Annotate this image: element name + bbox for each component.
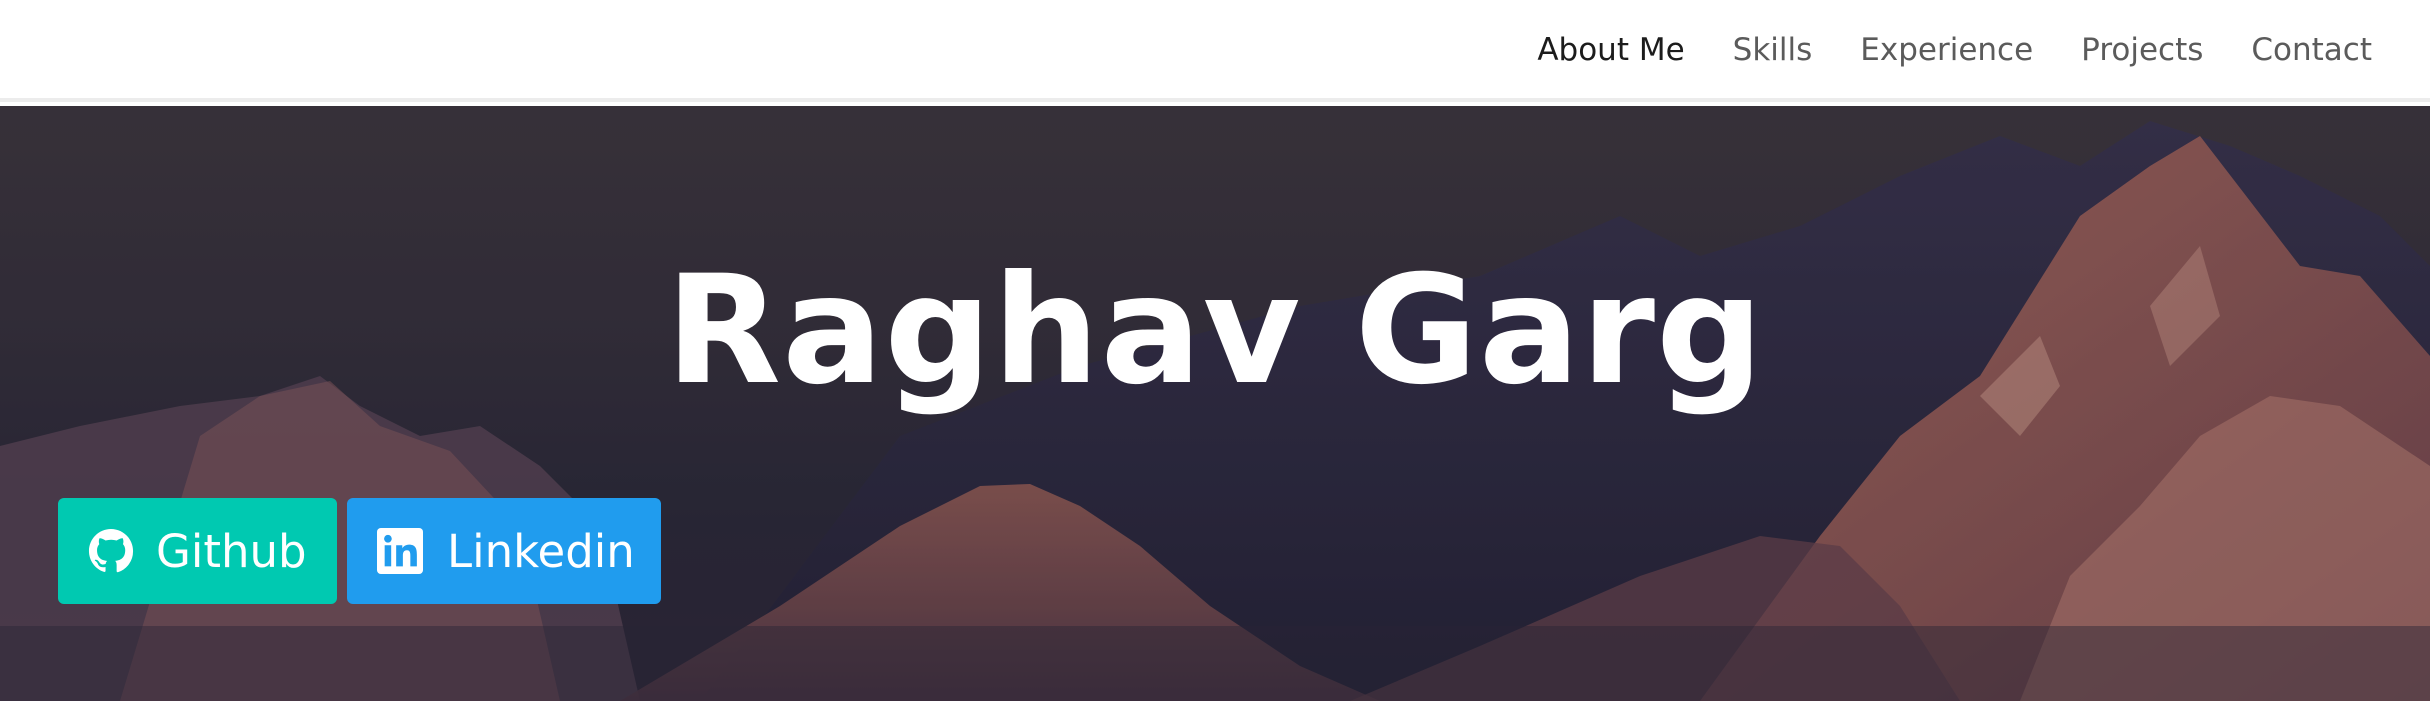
page: About Me Skills Experience Projects Cont…: [0, 0, 2430, 715]
linkedin-button[interactable]: Linkedin: [347, 498, 661, 604]
linkedin-button-label: Linkedin: [447, 525, 635, 578]
nav-item-projects[interactable]: Projects: [2081, 26, 2203, 74]
hero-title: Raghav Garg: [665, 244, 1765, 418]
github-button[interactable]: Github: [58, 498, 337, 604]
navbar: About Me Skills Experience Projects Cont…: [0, 0, 2430, 102]
nav-item-skills[interactable]: Skills: [1733, 26, 1813, 74]
github-button-label: Github: [156, 525, 307, 578]
linkedin-icon: [377, 528, 423, 574]
github-icon: [88, 528, 134, 573]
hero-section: Raghav Garg Github Linkedin: [0, 106, 2430, 701]
nav-links: About Me Skills Experience Projects Cont…: [1537, 26, 2372, 74]
nav-item-experience[interactable]: Experience: [1860, 26, 2033, 74]
nav-item-about-me[interactable]: About Me: [1537, 26, 1684, 74]
nav-item-contact[interactable]: Contact: [2251, 26, 2372, 74]
